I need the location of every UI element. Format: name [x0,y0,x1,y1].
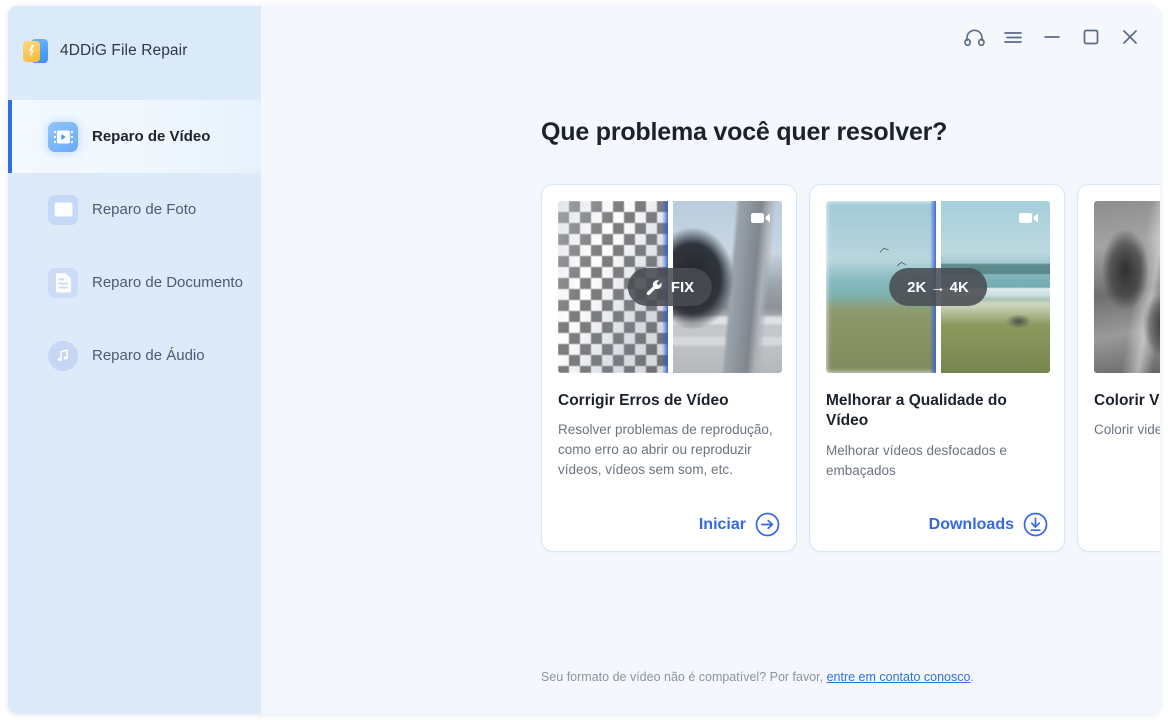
card-description: Melhorar vídeos desfocados e embaçados [826,442,1007,478]
footer-suffix: . [970,670,974,684]
thumbnail-before-grayscale [1094,201,1160,373]
footer-note: Seu formato de vídeo não é compatível? P… [541,670,974,684]
sidebar-header: 4DDiG File Repair [8,6,261,96]
card-badge: 2K → 4K [889,268,987,306]
app-logo-icon [22,37,50,65]
maximize-icon[interactable] [1075,22,1107,52]
arrow-right-circle-icon [755,512,780,537]
download-circle-icon [1023,512,1048,537]
contact-us-link[interactable]: entre em contato conosco [827,670,971,684]
sidebar-item-audio-repair[interactable]: Reparo de Áudio [8,319,261,392]
card-badge-text: FIX [670,278,695,296]
close-icon[interactable] [1114,22,1146,52]
card-badge: FIX [627,268,713,306]
sidebar-item-video-repair[interactable]: Reparo de Vídeo [8,100,261,173]
sidebar-item-label: Reparo de Áudio [92,347,205,364]
app-window: 4DDiG File Repair Reparo de Vídeo Reparo… [8,6,1160,714]
card-thumbnail: ︿ ︿ ︿ 2K → 4K [826,201,1050,373]
sidebar-nav: Reparo de Vídeo Reparo de Foto Reparo de… [8,96,261,392]
downloads-button[interactable]: Downloads [929,512,1048,537]
wrench-icon [646,279,663,296]
card-enhance-video-quality[interactable]: ︿ ︿ ︿ 2K → 4K Melhorar a Qualidade do Ví [809,184,1065,552]
card-fix-video-errors[interactable]: FIX Corrigir Erros de Vídeo Resolver pro… [541,184,797,552]
card-thumbnail: FIX [558,201,782,373]
sidebar-item-label: Reparo de Foto [92,201,197,218]
bird-decoration-icon: ︿ [895,256,907,269]
titlebar-controls [958,22,1146,52]
video-camera-icon [1019,211,1039,230]
main-content: Que problema você quer resolver? FIX Cor… [261,6,1160,714]
video-camera-icon [751,211,771,230]
card-description: Colorir video preto e branco [1094,422,1160,438]
card-action-label: Downloads [928,515,1014,533]
app-title: 4DDiG File Repair [60,42,188,59]
photo-repair-icon [48,194,78,225]
document-repair-icon [48,267,78,298]
sidebar-item-document-repair[interactable]: Reparo de Documento [8,246,261,319]
sidebar: 4DDiG File Repair Reparo de Vídeo Reparo… [8,6,261,714]
footer-text: Seu formato de vídeo não é compatível? P… [541,670,827,684]
card-title: Colorir Vídeos [1094,392,1160,409]
support-headset-icon[interactable] [958,22,990,52]
minimize-icon[interactable] [1036,22,1068,52]
start-button[interactable]: Iniciar [699,512,780,537]
sidebar-item-label: Reparo de Documento [92,274,243,291]
video-repair-icon [48,121,78,152]
sidebar-item-label: Reparo de Vídeo [92,128,211,145]
menu-icon[interactable] [997,22,1029,52]
card-title: Corrigir Erros de Vídeo [558,392,729,409]
card-colorize-videos[interactable]: Colorir Vídeos Colorir video preto e bra… [1077,184,1160,552]
audio-repair-icon [48,340,78,371]
feature-cards: FIX Corrigir Erros de Vídeo Resolver pro… [541,184,1160,552]
card-action-label: Iniciar [698,515,746,533]
card-thumbnail [1094,201,1160,373]
card-description: Resolver problemas de reprodução, como e… [558,422,773,478]
card-title: Melhorar a Qualidade do Vídeo [826,392,1007,430]
sidebar-item-photo-repair[interactable]: Reparo de Foto [8,173,261,246]
page-title: Que problema você quer resolver? [541,118,948,146]
card-badge-text: 2K → 4K [907,278,969,296]
